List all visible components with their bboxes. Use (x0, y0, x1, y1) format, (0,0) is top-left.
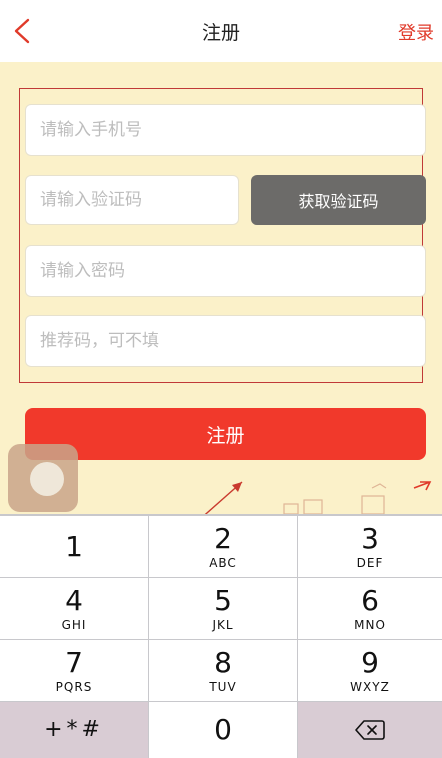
key-4[interactable]: 4 GHI (0, 578, 148, 639)
key-7[interactable]: 7 PQRS (0, 640, 148, 701)
key-1[interactable]: 1 (0, 516, 148, 577)
key-backspace[interactable] (298, 702, 442, 758)
register-button[interactable]: 注册 (25, 408, 426, 460)
navigation-bar: 注册 登录 (0, 0, 442, 63)
key-6[interactable]: 6 MNO (298, 578, 442, 639)
floating-decoration-circle (30, 462, 64, 496)
page-title: 注册 (201, 22, 240, 44)
backspace-icon (355, 720, 385, 740)
key-3[interactable]: 3 DEF (298, 516, 442, 577)
key-0[interactable]: 0 (149, 702, 297, 758)
verification-code-input[interactable] (38, 189, 238, 211)
phone-input[interactable] (38, 119, 425, 141)
numeric-keypad: 1 2 ABC 3 DEF 4 GHI 5 JKL 6 MNO 7 PQRS 8… (0, 514, 442, 758)
key-symbols[interactable]: +*# (0, 702, 148, 758)
key-5[interactable]: 5 JKL (149, 578, 297, 639)
key-8[interactable]: 8 TUV (149, 640, 297, 701)
get-code-button[interactable]: 获取验证码 (251, 175, 426, 225)
key-2[interactable]: 2 ABC (149, 516, 297, 577)
referral-code-input[interactable] (38, 330, 425, 352)
password-input[interactable] (38, 260, 425, 282)
key-9[interactable]: 9 WXYZ (298, 640, 442, 701)
login-link[interactable]: 登录 (398, 19, 434, 45)
code-field[interactable] (25, 175, 239, 225)
referral-field[interactable] (25, 315, 426, 367)
password-field[interactable] (25, 245, 426, 297)
phone-field[interactable] (25, 104, 426, 156)
